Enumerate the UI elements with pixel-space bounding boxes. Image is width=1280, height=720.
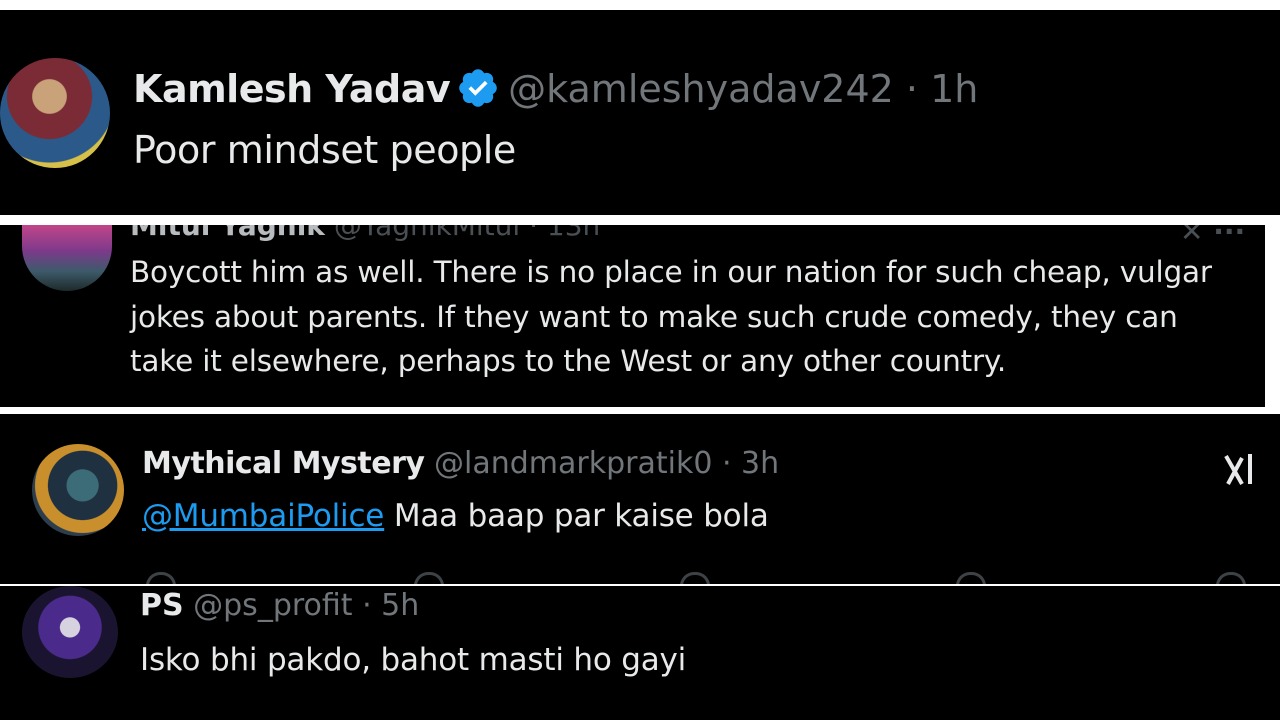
avatar[interactable] (22, 225, 112, 291)
mention-link[interactable]: @MumbaiPolice (142, 498, 384, 534)
grok-icon[interactable] (1220, 450, 1260, 490)
tweet-header: Mythical Mystery @landmarkpratik0 · 3h (142, 446, 779, 481)
user-handle[interactable]: @kamleshyadav242 (508, 67, 894, 111)
tweet-actions-cropped (0, 572, 1280, 584)
verified-badge-icon (459, 69, 497, 107)
tweet-ps[interactable]: PS @ps_profit · 5h Isko bhi pakdo, bahot… (0, 586, 1280, 720)
tweet-mitul-yagnik[interactable]: Mitul Yagnik @YagnikMitul · 13h ✕ ··· Bo… (0, 225, 1265, 407)
tweet-text: Poor mindset people (133, 128, 516, 172)
timestamp[interactable]: · 5h (353, 588, 419, 623)
display-name[interactable]: Mitul Yagnik (130, 225, 325, 242)
user-handle[interactable]: @YagnikMitul · 13h (334, 225, 600, 242)
bookmark-icon[interactable] (1216, 572, 1246, 584)
tweet-text-line: jokes about parents. If they want to mak… (130, 300, 1178, 334)
tweet-header-cropped: Mitul Yagnik @YagnikMitul · 13h (130, 225, 600, 242)
avatar[interactable] (32, 444, 124, 536)
user-handle[interactable]: @ps_profit (193, 588, 352, 623)
grok-icon-cropped[interactable]: ✕ ··· (1180, 225, 1245, 248)
display-name[interactable]: PS (140, 588, 184, 623)
tweet-header: Kamlesh Yadav @kamleshyadav242 · 1h (133, 66, 978, 111)
views-icon[interactable] (956, 572, 986, 584)
like-icon[interactable] (680, 572, 710, 584)
tweet-mythical-mystery[interactable]: Mythical Mystery @landmarkpratik0 · 3h @… (0, 414, 1280, 584)
timestamp[interactable]: · 1h (894, 67, 978, 111)
tweet-text-line: take it elsewhere, perhaps to the West o… (130, 344, 1007, 378)
tweet-text-content: Maa baap par kaise bola (384, 498, 769, 534)
tweet-kamlesh-yadav[interactable]: Kamlesh Yadav @kamleshyadav242 · 1h Poor… (0, 10, 1280, 215)
avatar[interactable] (0, 58, 110, 168)
tweet-header: PS @ps_profit · 5h (140, 588, 419, 623)
user-handle[interactable]: @landmarkpratik0 (434, 446, 712, 481)
retweet-icon[interactable] (414, 572, 444, 584)
reply-icon[interactable] (146, 572, 176, 584)
avatar[interactable] (22, 586, 118, 678)
display-name[interactable]: Kamlesh Yadav (133, 67, 451, 111)
timestamp[interactable]: · 3h (712, 446, 779, 481)
tweet-text-line: Boycott him as well. There is no place i… (130, 255, 1212, 289)
display-name[interactable]: Mythical Mystery (142, 446, 425, 481)
tweet-text: @MumbaiPolice Maa baap par kaise bola (142, 498, 769, 534)
tweet-text: Isko bhi pakdo, bahot masti ho gayi (140, 642, 687, 678)
